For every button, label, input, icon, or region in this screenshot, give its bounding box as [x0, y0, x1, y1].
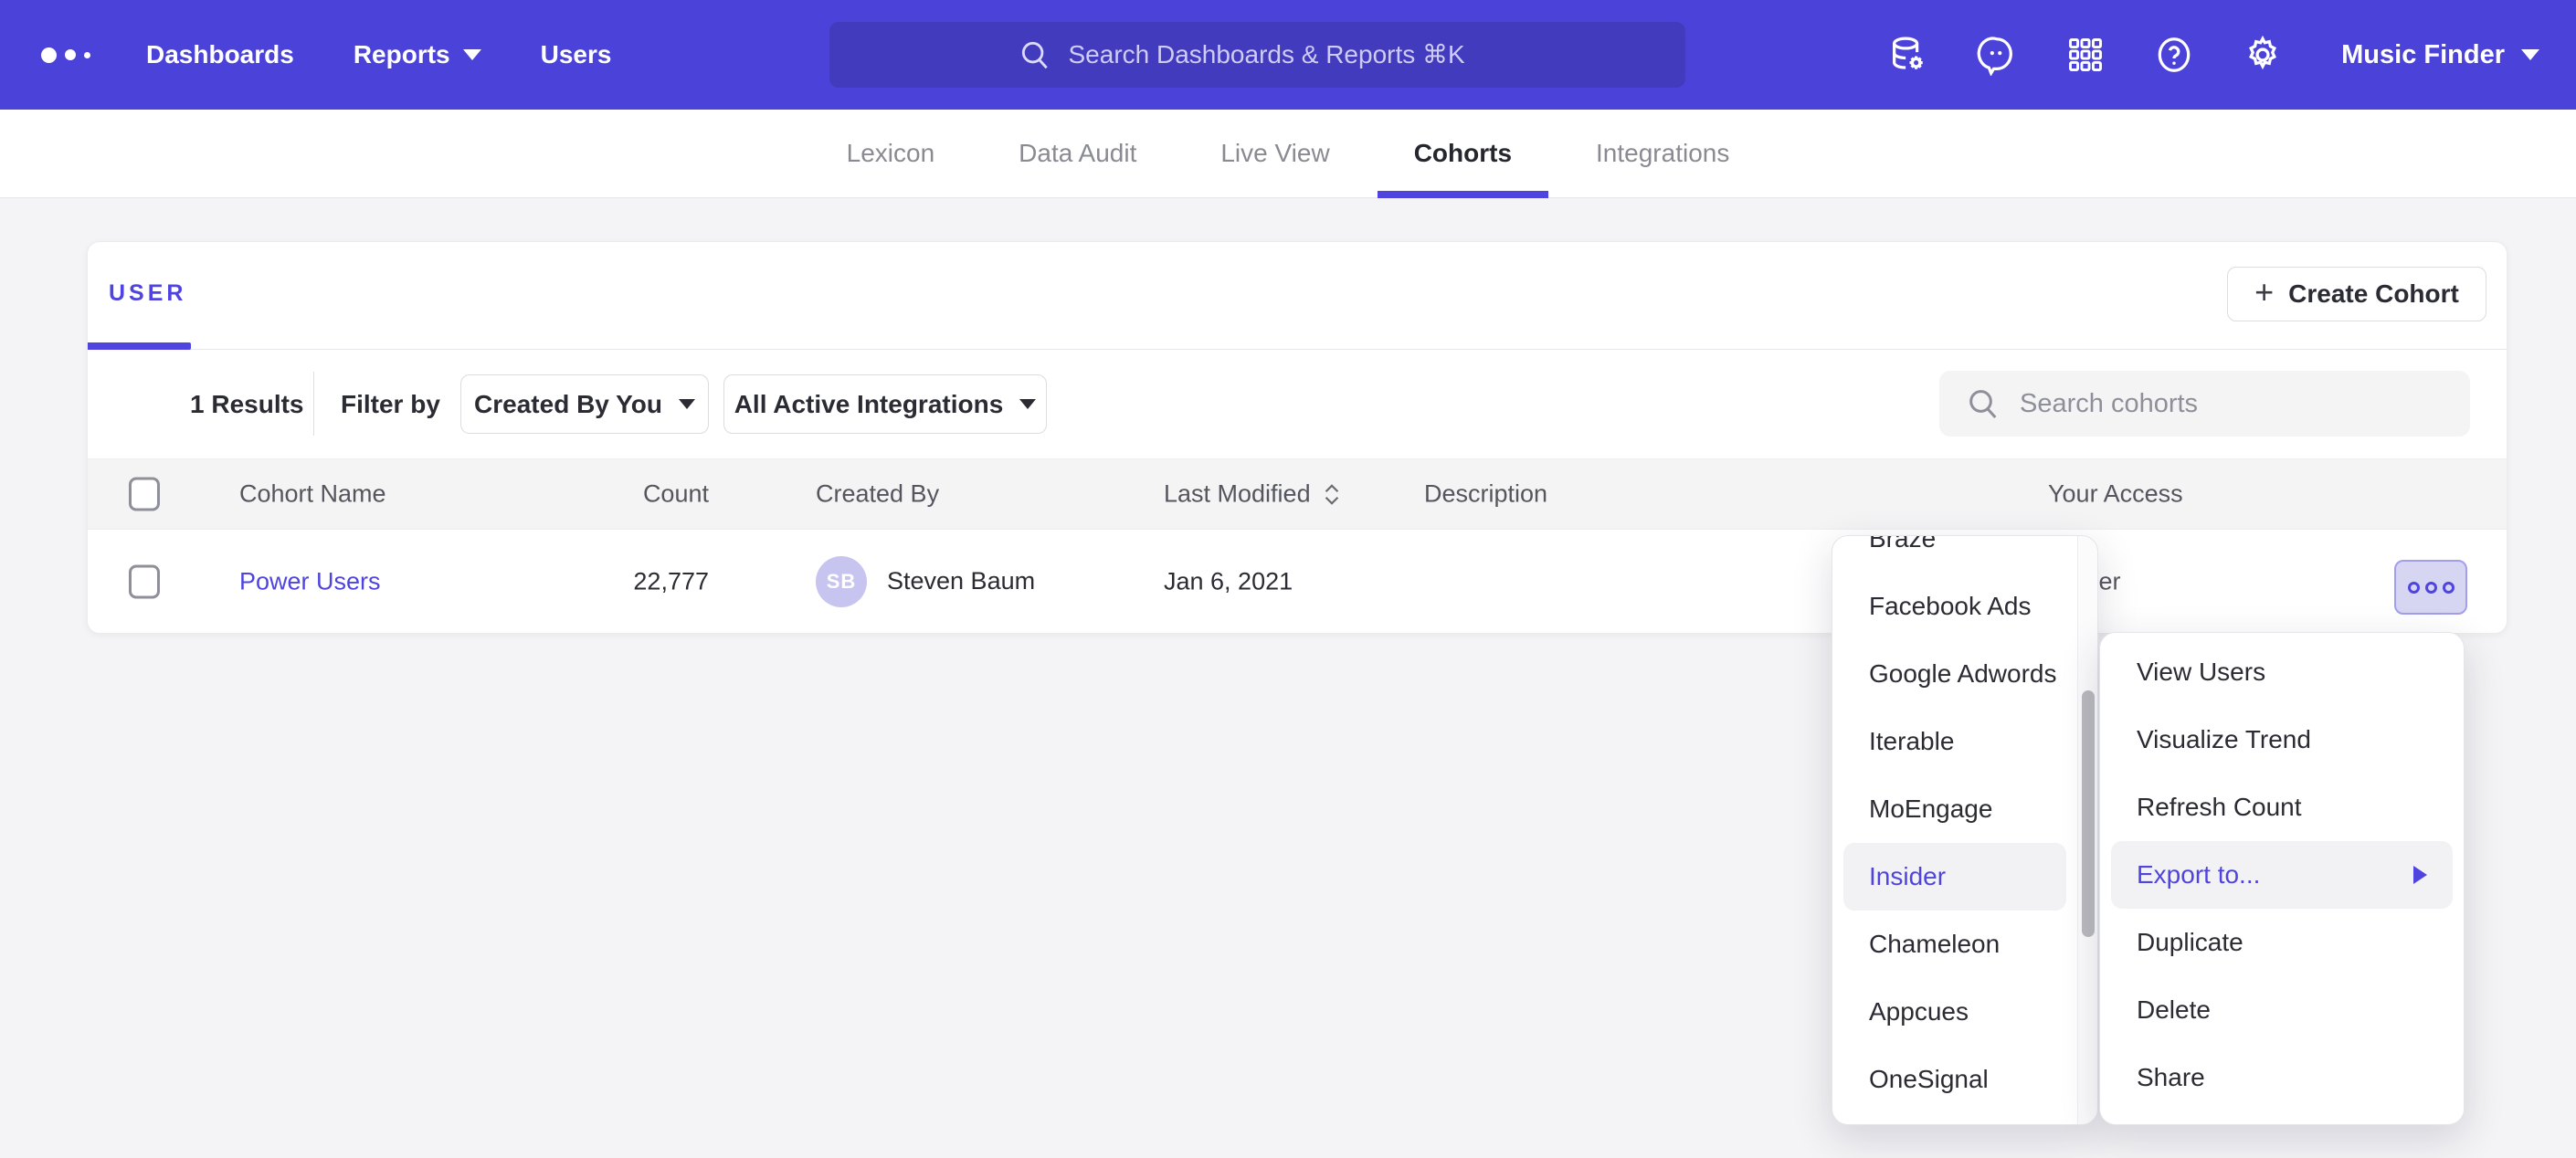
menu-item-appcues[interactable]: Appcues — [1843, 978, 2066, 1046]
menu-item-onesignal[interactable]: OneSignal — [1843, 1046, 2066, 1113]
help-icon[interactable] — [2153, 34, 2195, 76]
creator-name: Steven Baum — [887, 567, 1035, 595]
column-created-by: Created By — [816, 480, 939, 509]
menu-item-google-adwords[interactable]: Google Adwords — [1843, 640, 2066, 708]
created-by-cell: SB Steven Baum — [816, 556, 1035, 607]
row-actions-menu: View Users Visualize Trend Refresh Count… — [2099, 632, 2465, 1125]
column-cohort-name: Cohort Name — [239, 480, 386, 509]
column-your-access: Your Access — [2048, 480, 2183, 509]
chevron-down-icon — [1019, 399, 1036, 409]
cohort-count: 22,777 — [544, 567, 709, 595]
menu-item-share[interactable]: Share — [2111, 1044, 2453, 1111]
row-actions-button[interactable] — [2394, 560, 2467, 615]
divider — [313, 372, 314, 436]
table-row: Power Users 22,777 SB Steven Baum Jan 6,… — [88, 530, 2507, 633]
sort-icon — [1322, 481, 1342, 507]
nav-reports[interactable]: Reports — [354, 40, 481, 69]
tab-user-cohorts[interactable]: USER — [109, 280, 186, 307]
top-navigation-bar: Dashboards Reports Users — [0, 0, 2576, 110]
nav-users[interactable]: Users — [541, 40, 612, 69]
table-header: Cohort Name Count Created By Last Modifi… — [88, 458, 2507, 530]
submenu-arrow-icon — [2413, 866, 2427, 884]
chevron-down-icon — [2521, 49, 2539, 60]
app-logo-dots-icon[interactable] — [41, 47, 105, 63]
apps-grid-icon[interactable] — [2064, 34, 2106, 76]
search-icon — [1965, 385, 2001, 422]
menu-item-moengage[interactable]: MoEngage — [1843, 775, 2066, 843]
column-description: Description — [1424, 480, 1547, 509]
select-all-checkbox[interactable] — [129, 478, 160, 511]
filter-toolbar: 1 Results Filter by Created By You All A… — [88, 350, 2507, 458]
scrollbar-track[interactable] — [2077, 536, 2097, 1124]
tab-lexicon[interactable]: Lexicon — [847, 110, 935, 198]
chevron-down-icon — [463, 49, 481, 60]
tab-cohorts[interactable]: Cohorts — [1414, 110, 1512, 198]
tab-integrations[interactable]: Integrations — [1596, 110, 1729, 198]
cohorts-page: Dashboards Reports Users — [0, 0, 2576, 1158]
menu-item-braze[interactable]: Braze — [1843, 535, 2066, 573]
active-tab-underline — [88, 342, 191, 350]
data-management-icon[interactable] — [1887, 34, 1929, 76]
cohort-name-link[interactable]: Power Users — [239, 567, 381, 595]
last-modified-cell: Jan 6, 2021 — [1164, 567, 1293, 595]
integrations-filter[interactable]: All Active Integrations — [723, 374, 1047, 434]
export-destinations-menu: Braze Facebook Ads Google Adwords Iterab… — [1832, 535, 2098, 1125]
nav-right-cluster: Music Finder — [1887, 0, 2539, 110]
global-search-input[interactable] — [1069, 40, 1498, 69]
menu-item-duplicate[interactable]: Duplicate — [2111, 909, 2453, 976]
cohort-search-input[interactable] — [2020, 389, 2422, 419]
created-by-filter[interactable]: Created By You — [460, 374, 709, 434]
project-name: Music Finder — [2341, 40, 2505, 70]
menu-item-export-to[interactable]: Export to... — [2111, 841, 2453, 909]
global-search[interactable] — [829, 22, 1685, 88]
section-tabs: Lexicon Data Audit Live View Cohorts Int… — [0, 110, 2576, 198]
row-checkbox[interactable] — [129, 564, 160, 598]
nav-dashboards[interactable]: Dashboards — [146, 40, 294, 69]
menu-item-insider[interactable]: Insider — [1843, 843, 2066, 911]
menu-item-iterable[interactable]: Iterable — [1843, 708, 2066, 775]
search-icon — [1018, 37, 1052, 72]
menu-item-delete[interactable]: Delete — [2111, 976, 2453, 1044]
project-switcher[interactable]: Music Finder — [2341, 40, 2539, 70]
menu-item-visualize-trend[interactable]: Visualize Trend — [2111, 706, 2453, 774]
settings-gear-icon[interactable] — [2242, 34, 2284, 76]
column-count: Count — [544, 480, 709, 509]
tab-live-view[interactable]: Live View — [1220, 110, 1329, 198]
column-last-modified[interactable]: Last Modified — [1164, 480, 1342, 509]
menu-item-refresh-count[interactable]: Refresh Count — [2111, 774, 2453, 841]
filter-by-label: Filter by — [341, 390, 440, 419]
cohorts-card: USER + Create Cohort 1 Results Filter by… — [87, 241, 2507, 634]
menu-item-view-users[interactable]: View Users — [2111, 638, 2453, 706]
tab-data-audit[interactable]: Data Audit — [1019, 110, 1136, 198]
menu-item-chameleon[interactable]: Chameleon — [1843, 911, 2066, 978]
results-count: 1 Results — [190, 390, 304, 419]
chevron-down-icon — [679, 399, 695, 409]
cohort-search[interactable] — [1939, 371, 2470, 437]
avatar: SB — [816, 556, 867, 607]
card-header: USER + Create Cohort — [88, 242, 2507, 350]
create-cohort-button[interactable]: + Create Cohort — [2227, 267, 2486, 321]
feedback-icon[interactable] — [1976, 34, 2018, 76]
scrollbar-thumb[interactable] — [2082, 690, 2095, 937]
menu-item-facebook-ads[interactable]: Facebook Ads — [1843, 573, 2066, 640]
plus-icon: + — [2254, 276, 2274, 309]
